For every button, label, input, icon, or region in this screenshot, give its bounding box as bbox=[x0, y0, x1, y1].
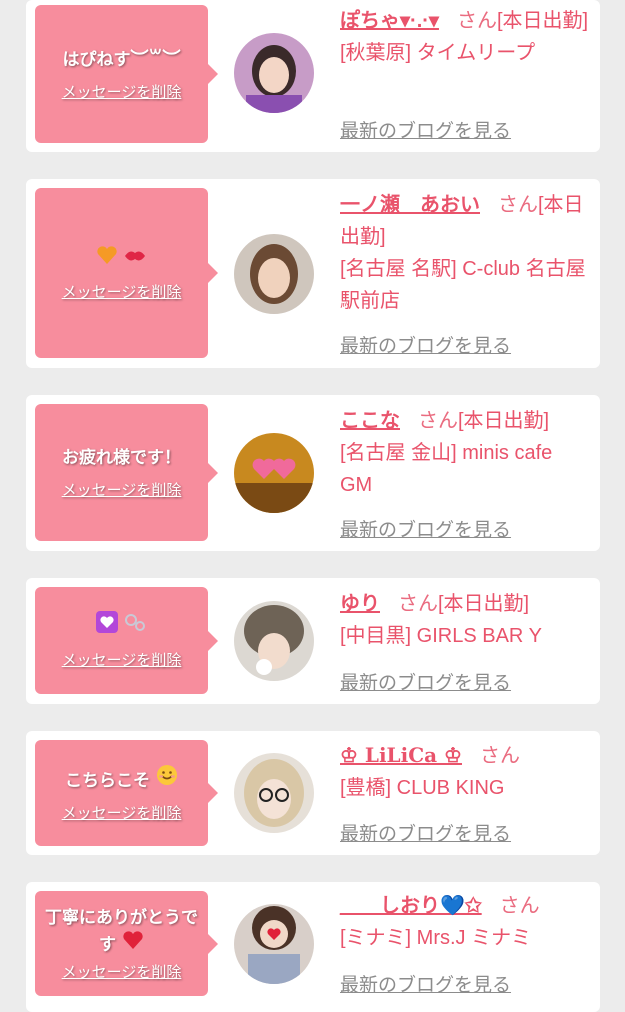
message-card: メッセージを削除 一ノ瀬 あおい さん[本日出勤] [名古屋 名駅] C-club… bbox=[26, 179, 600, 368]
profile-name-link[interactable]: ＿＿しおり💙✩ bbox=[340, 895, 482, 917]
blog-link[interactable]: 最新のブログを見る bbox=[340, 331, 511, 358]
blog-link[interactable]: 最新のブログを見る bbox=[340, 116, 511, 143]
status-text: [本日出勤] bbox=[496, 10, 589, 32]
san-label: さん bbox=[456, 10, 497, 32]
delete-message-link[interactable]: メッセージを削除 bbox=[62, 802, 182, 823]
blog-link[interactable]: 最新のブログを見る bbox=[340, 515, 511, 542]
delete-message-link[interactable]: メッセージを削除 bbox=[62, 81, 182, 102]
message-text-row: 丁寧にありがとうです bbox=[35, 906, 208, 957]
message-text: こちらこそ bbox=[65, 770, 151, 791]
profile-name-link[interactable]: ゆり bbox=[340, 593, 380, 615]
status-text: [本日出勤] bbox=[458, 410, 550, 432]
profile-info: ここな さん[本日出勤] [名古屋 金山] minis cafe GM bbox=[340, 405, 590, 501]
shop-text: [中目黒] GIRLS BAR Y bbox=[340, 625, 542, 647]
bubbles-icon bbox=[125, 614, 146, 631]
message-card: 丁寧にありがとうです メッセージを削除 ＿＿しおり💙✩ さん [ミナミ] Mrs.… bbox=[26, 882, 600, 1012]
profile-name-link[interactable]: ここな bbox=[340, 410, 400, 432]
face-icon: ︶꒳︶ bbox=[130, 48, 181, 70]
san-label: さん bbox=[418, 410, 458, 432]
message-text: はぴねす bbox=[62, 49, 131, 70]
girl-avatar-icon[interactable] bbox=[234, 601, 314, 681]
message-bubble: こちらこそ メッセージを削除 bbox=[35, 740, 218, 846]
san-label: さん bbox=[498, 194, 538, 216]
hearts-avatar-icon[interactable] bbox=[234, 433, 314, 513]
message-bubble: メッセージを削除 bbox=[35, 587, 218, 694]
message-bubble: メッセージを削除 bbox=[35, 188, 218, 358]
delete-message-link[interactable]: メッセージを削除 bbox=[62, 649, 182, 670]
delete-message-link[interactable]: メッセージを削除 bbox=[62, 961, 182, 982]
girl-avatar-icon[interactable] bbox=[234, 753, 314, 833]
message-card: はぴねす︶꒳︶ メッセージを削除 ぽちゃ▾·.·▾ さん[本日出勤] [秋葉原] … bbox=[26, 0, 600, 152]
message-bubble: 丁寧にありがとうです メッセージを削除 bbox=[35, 891, 218, 996]
san-label: さん bbox=[398, 593, 438, 615]
profile-name-link[interactable]: ♔ LiLiCa ♔ bbox=[340, 743, 462, 767]
kiss-mark-icon bbox=[125, 251, 146, 260]
blog-link[interactable]: 最新のブログを見る bbox=[340, 819, 511, 846]
profile-info: ♔ LiLiCa ♔ さん [豊橋] CLUB KING bbox=[340, 739, 590, 804]
san-label: さん bbox=[479, 745, 520, 767]
delete-message-link[interactable]: メッセージを削除 bbox=[62, 479, 182, 500]
message-card: こちらこそ メッセージを削除 ♔ LiLiCa ♔ さん [豊橋] CLUB KI… bbox=[26, 731, 600, 855]
heart-box-icon bbox=[95, 611, 118, 633]
status-text: [本日出勤] bbox=[438, 593, 530, 615]
message-text-row: はぴねす︶꒳︶ bbox=[54, 47, 188, 73]
girl-avatar-icon[interactable] bbox=[234, 904, 314, 984]
message-text-row bbox=[88, 611, 156, 641]
profile-name-link[interactable]: ぽちゃ▾·.·▾ bbox=[340, 10, 439, 32]
message-bubble: はぴねす︶꒳︶ メッセージを削除 bbox=[35, 5, 218, 143]
message-text-row bbox=[88, 245, 156, 273]
message-text-row: こちらこそ bbox=[57, 764, 186, 794]
message-text: お疲れ様です！ bbox=[62, 447, 181, 468]
shop-text: [豊橋] CLUB KING bbox=[340, 777, 505, 799]
orange-heart-icon bbox=[96, 245, 117, 264]
message-card: メッセージを削除 ゆり さん[本日出勤] [中目黒] GIRLS BAR Y 最新… bbox=[26, 578, 600, 704]
message-bubble: お疲れ様です！ メッセージを削除 bbox=[35, 404, 218, 541]
blog-link[interactable]: 最新のブログを見る bbox=[340, 970, 511, 997]
profile-info: ＿＿しおり💙✩ さん [ミナミ] Mrs.J ミナミ bbox=[340, 890, 590, 954]
shop-text: [秋葉原] タイムリープ bbox=[340, 42, 536, 64]
message-card: お疲れ様です！ メッセージを削除 ここな さん[本日出勤] [名古屋 金山] mi… bbox=[26, 395, 600, 551]
girl-avatar-icon[interactable] bbox=[234, 234, 314, 314]
smile-icon bbox=[156, 764, 177, 785]
red-heart-icon bbox=[123, 930, 143, 949]
shop-text: [ミナミ] Mrs.J ミナミ bbox=[340, 927, 532, 949]
profile-name-link[interactable]: 一ノ瀬 あおい bbox=[340, 194, 480, 216]
blog-link[interactable]: 最新のブログを見る bbox=[340, 668, 511, 695]
shop-text: [名古屋 金山] minis cafe GM bbox=[340, 442, 553, 496]
profile-info: 一ノ瀬 あおい さん[本日出勤] [名古屋 名駅] C-club 名古屋駅前店 bbox=[340, 189, 590, 317]
shop-text: [名古屋 名駅] C-club 名古屋駅前店 bbox=[340, 258, 586, 312]
profile-info: ゆり さん[本日出勤] [中目黒] GIRLS BAR Y bbox=[340, 588, 590, 652]
delete-message-link[interactable]: メッセージを削除 bbox=[62, 281, 182, 302]
san-label: さん bbox=[499, 895, 540, 917]
profile-info: ぽちゃ▾·.·▾ さん[本日出勤] [秋葉原] タイムリープ bbox=[340, 5, 590, 69]
girl-avatar-icon[interactable] bbox=[234, 33, 314, 113]
